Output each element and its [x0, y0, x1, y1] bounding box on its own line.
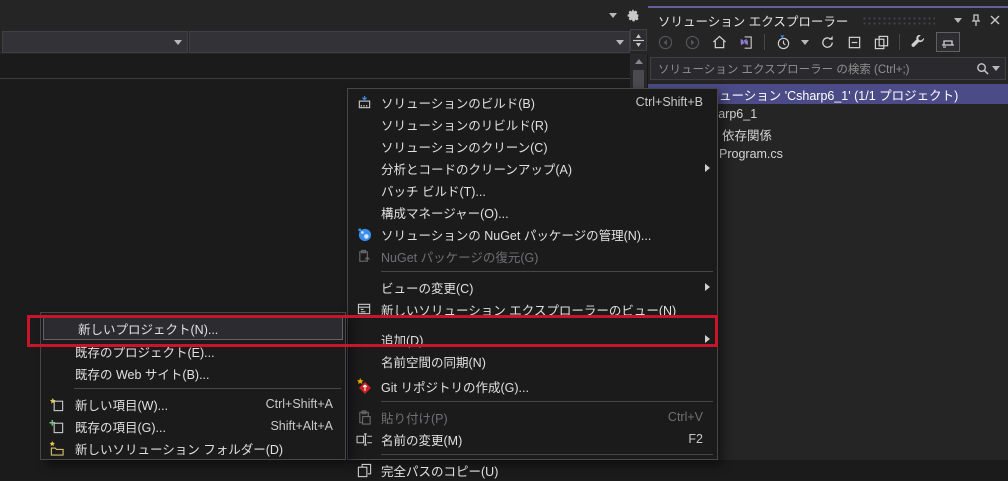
- nav-dropdown-member[interactable]: [189, 31, 630, 53]
- tree-row-label: ソリューション 'Csharp6_1' (1/1 プロジェクト): [694, 88, 959, 103]
- context-menu-item-13[interactable]: 名前空間の同期(N): [348, 350, 717, 372]
- context-menu-item-15[interactable]: Git リポジトリの作成(G)...: [348, 375, 717, 397]
- chevron-down-icon: [174, 39, 182, 45]
- menu-item-label: 完全パスのコピー(U): [381, 464, 499, 479]
- annotation-highlight-rect: [27, 315, 718, 347]
- submenu-arrow-icon: [705, 164, 710, 172]
- menu-separator: [381, 271, 713, 272]
- search-options-dropdown-icon[interactable]: [992, 66, 1000, 71]
- context-menu-item-20[interactable]: 完全パスのコピー(U): [348, 459, 717, 481]
- copy-path-icon: [355, 462, 373, 478]
- menu-item-label: 構成マネージャー(O)...: [381, 206, 509, 221]
- add-submenu-item-5[interactable]: 既存の項目(G)... Shift+Alt+A: [41, 415, 345, 437]
- close-icon[interactable]: [990, 15, 1000, 25]
- back-icon[interactable]: [656, 33, 674, 51]
- build-icon: [355, 94, 373, 110]
- toolbar-separator: [764, 34, 765, 50]
- menu-item-label: ソリューションのクリーン(C): [381, 140, 548, 155]
- pin-icon[interactable]: [971, 13, 981, 27]
- solution-explorer-search-input[interactable]: ソリューション エクスプローラー の検索 (Ctrl+;): [650, 57, 1006, 80]
- search-icon[interactable]: [976, 62, 989, 75]
- nav-dropdown-project[interactable]: [2, 31, 188, 53]
- nuget-icon: [355, 226, 373, 242]
- menu-item-shortcut: Ctrl+Shift+A: [265, 397, 333, 411]
- sync-active-document-icon[interactable]: [737, 33, 755, 51]
- split-window-icon: [633, 33, 644, 47]
- solution-explorer-toolbar: [656, 31, 1002, 53]
- context-menu-item-6[interactable]: ソリューションの NuGet パッケージの管理(N)...: [348, 223, 717, 245]
- split-window-button[interactable]: [630, 29, 647, 51]
- properties-wrench-icon[interactable]: [909, 33, 927, 51]
- dropdown-icon[interactable]: [609, 13, 617, 18]
- menu-item-label: バッチ ビルド(T)...: [381, 184, 486, 199]
- search-placeholder: ソリューション エクスプローラー の検索 (Ctrl+;): [658, 63, 910, 76]
- nuget-restore-icon: [355, 248, 373, 264]
- context-menu-item-9[interactable]: ビューの変更(C): [348, 276, 717, 298]
- refresh-icon[interactable]: [818, 33, 836, 51]
- menu-item-shortcut: Ctrl+Shift+B: [635, 95, 703, 109]
- existing-item-icon: [48, 418, 66, 434]
- menu-item-label: 名前空間の同期(N): [381, 355, 486, 370]
- context-menu-item-0[interactable]: ソリューションのビルド(B) Ctrl+Shift+B: [348, 91, 717, 113]
- titlebar-drag-grip[interactable]: [862, 15, 935, 25]
- menu-item-label: 貼り付け(P): [381, 411, 448, 426]
- menu-item-label: 新しい項目(W)...: [75, 398, 169, 413]
- editor-navigation-bar: [0, 28, 648, 54]
- scroll-up-icon[interactable]: [634, 59, 643, 64]
- switch-views-icon[interactable]: [936, 32, 960, 52]
- add-submenu-item-6[interactable]: 新しいソリューション フォルダー(D): [41, 437, 345, 459]
- menu-item-shortcut: F2: [688, 432, 703, 446]
- home-icon[interactable]: [710, 33, 728, 51]
- panel-title: ソリューション エクスプローラー: [658, 14, 849, 29]
- context-menu-item-1[interactable]: ソリューションのリビルド(R): [348, 113, 717, 135]
- toolbar-separator: [899, 34, 900, 50]
- menu-item-label: 既存の Web サイト(B)...: [75, 367, 210, 382]
- menu-separator: [381, 401, 713, 402]
- context-menu-item-5[interactable]: 構成マネージャー(O)...: [348, 201, 717, 223]
- editor-pane-divider: [0, 78, 630, 79]
- submenu-arrow-icon: [705, 283, 710, 291]
- menu-item-label: ソリューションのリビルド(R): [381, 118, 549, 133]
- preview-selected-icon[interactable]: [872, 33, 890, 51]
- tree-row-label: Program.cs: [719, 147, 783, 161]
- menu-separator: [381, 454, 713, 455]
- solution-explorer-titlebar[interactable]: ソリューション エクスプローラー: [658, 11, 1000, 29]
- menu-item-label: ビューの変更(C): [381, 281, 474, 296]
- new-solution-folder-icon: [48, 440, 66, 456]
- context-menu-item-7: NuGet パッケージの復元(G): [348, 245, 717, 267]
- context-menu-item-2[interactable]: ソリューションのクリーン(C): [348, 135, 717, 157]
- gear-icon[interactable]: [627, 9, 640, 22]
- collapse-all-icon[interactable]: [845, 33, 863, 51]
- menu-item-label: 名前の変更(M): [381, 433, 463, 448]
- solution-context-menu: ソリューションのビルド(B) Ctrl+Shift+B ソリューションのリビルド(R…: [347, 88, 718, 479]
- menu-item-shortcut: Shift+Alt+A: [270, 419, 333, 433]
- git-create-repo-icon: [355, 377, 373, 394]
- editor-top-strip: [0, 0, 648, 28]
- add-submenu-item-2[interactable]: 既存の Web サイト(B)...: [41, 362, 345, 384]
- context-menu-item-18[interactable]: 名前の変更(M) F2: [348, 428, 717, 450]
- menu-item-shortcut: Ctrl+V: [667, 410, 703, 424]
- menu-item-label: 既存の項目(G)...: [75, 420, 166, 435]
- menu-item-label: ソリューションの NuGet パッケージの管理(N)...: [381, 228, 652, 243]
- menu-item-label: 分析とコードのクリーンアップ(A): [381, 162, 573, 177]
- menu-item-label: 新しいソリューション フォルダー(D): [75, 442, 284, 457]
- tree-row-label: 依存関係: [722, 128, 773, 143]
- add-submenu-item-4[interactable]: 新しい項目(W)... Ctrl+Shift+A: [41, 393, 345, 415]
- filter-dropdown-icon[interactable]: [801, 39, 809, 45]
- chevron-down-icon: [616, 39, 624, 45]
- rename-icon: [355, 431, 373, 447]
- paste-icon: [355, 409, 373, 425]
- menu-item-label: Git リポジトリの作成(G)...: [381, 380, 529, 395]
- panel-focus-border-top: [648, 6, 1008, 8]
- forward-icon[interactable]: [683, 33, 701, 51]
- new-item-icon: [48, 396, 66, 412]
- context-menu-item-3[interactable]: 分析とコードのクリーンアップ(A): [348, 157, 717, 179]
- context-menu-item-4[interactable]: バッチ ビルド(T)...: [348, 179, 717, 201]
- window-position-icon[interactable]: [954, 17, 962, 23]
- context-menu-item-17: 貼り付け(P) Ctrl+V: [348, 406, 717, 428]
- menu-separator: [74, 388, 341, 389]
- menu-item-label: NuGet パッケージの復元(G): [381, 250, 539, 265]
- menu-item-label: ソリューションのビルド(B): [381, 96, 535, 111]
- pending-changes-filter-icon[interactable]: [774, 33, 792, 51]
